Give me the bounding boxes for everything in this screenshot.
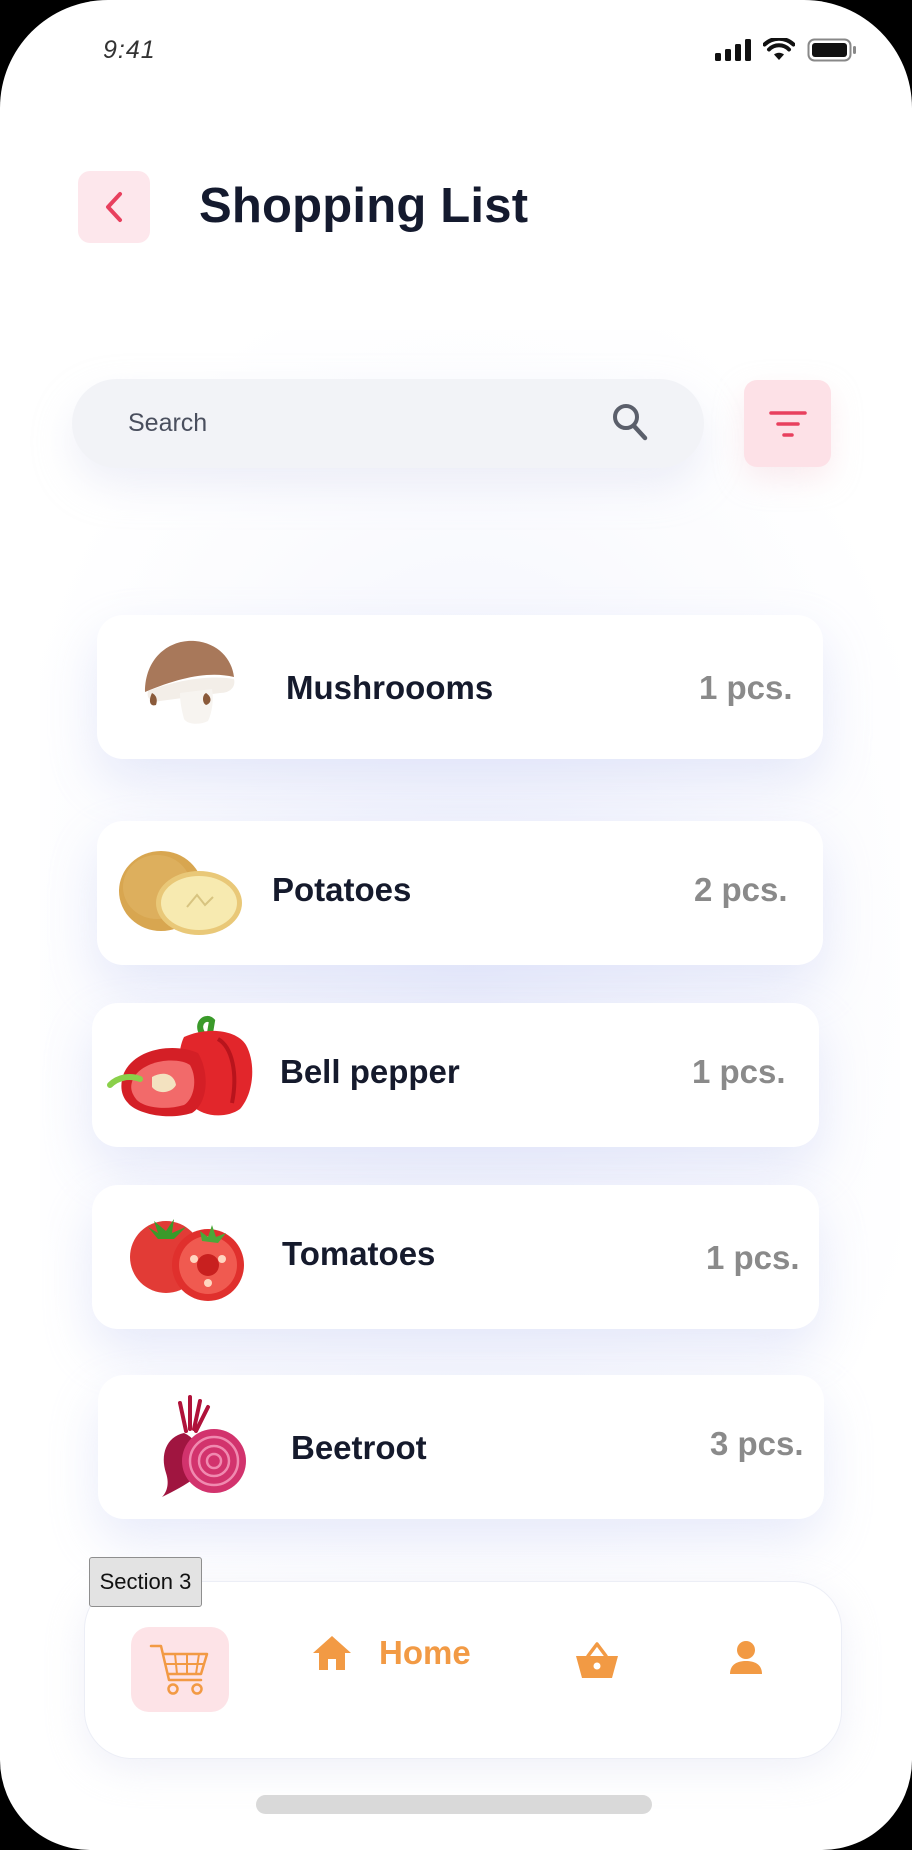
mushroom-image [145,640,235,724]
status-time: 9:41 [103,36,156,64]
search-icon[interactable] [610,401,650,443]
user-icon[interactable] [728,1640,764,1676]
list-item[interactable]: Beetroot 3 pcs. [98,1375,824,1519]
item-quantity: 2 pcs. [694,871,788,908]
potato-image [119,851,242,935]
bottom-navigation: Home [84,1581,842,1759]
nav-home-button[interactable]: Home [311,1634,471,1672]
section-label: Section 3 [89,1557,202,1607]
item-quantity: 1 pcs. [692,1053,786,1090]
nav-home-label: Home [379,1634,471,1671]
tomato-image [130,1219,244,1301]
cart-icon [149,1644,209,1695]
nav-cart-button[interactable] [131,1627,229,1712]
item-name: Beetroot [291,1429,427,1466]
item-quantity: 3 pcs. [710,1425,804,1462]
battery-icon [807,38,856,62]
page-title: Shopping List [199,179,529,233]
beetroot-image [162,1395,246,1497]
home-icon [313,1636,351,1670]
search-input[interactable]: Search [72,379,704,468]
list-item[interactable]: Potatoes 2 pcs. [97,821,823,965]
item-name: Tomatoes [282,1235,436,1272]
chevron-left-icon [106,192,122,222]
item-name: Mushroooms [286,669,494,706]
search-placeholder: Search [128,409,208,437]
home-indicator [256,1795,652,1814]
item-quantity: 1 pcs. [699,669,793,706]
status-icons [715,38,857,62]
list-item[interactable]: Bell pepper 1 pcs. [92,1003,819,1147]
list-item[interactable]: Tomatoes 1 pcs. [92,1185,819,1329]
wifi-icon [763,38,795,60]
signal-icon [715,39,751,61]
item-name: Bell pepper [280,1053,460,1090]
filter-button[interactable] [744,380,831,467]
item-name: Potatoes [272,871,412,908]
phone-screen: 9:41 Shopping List Search Mushroooms 1 p… [0,0,912,1850]
list-item[interactable]: Mushroooms 1 pcs. [97,615,823,759]
bell-pepper-image [107,1015,253,1117]
filter-icon [768,410,807,437]
back-button[interactable] [78,171,150,243]
basket-icon[interactable] [575,1642,619,1680]
item-quantity: 1 pcs. [706,1239,800,1276]
